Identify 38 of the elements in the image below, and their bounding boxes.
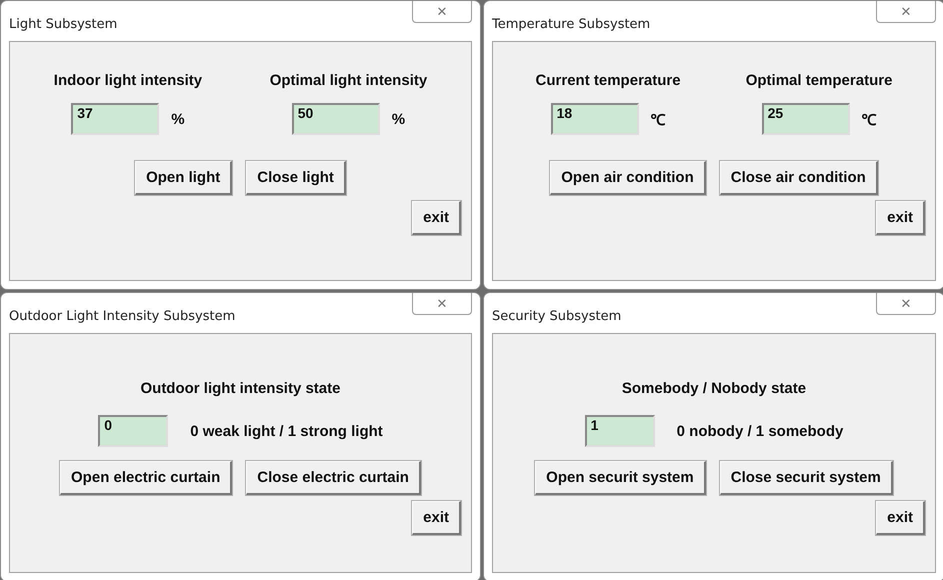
state-label: Somebody / Nobody state — [622, 380, 806, 397]
unit-label: % — [392, 110, 406, 128]
action-button[interactable]: Close securit system — [720, 461, 893, 495]
exit-button[interactable]: exit — [876, 501, 925, 535]
unit-label: ℃ — [650, 111, 666, 129]
field-label: Optimal temperature — [746, 72, 892, 89]
action-button[interactable]: Open air condition — [550, 161, 706, 195]
exit-button[interactable]: exit — [412, 501, 461, 535]
action-button[interactable]: Close light — [246, 161, 346, 195]
close-button[interactable]: ✕ — [876, 293, 936, 315]
value-field[interactable]: 37 — [71, 103, 160, 135]
field-label: Optimal light intensity — [270, 72, 428, 89]
window-title: Security Subsystem — [492, 309, 622, 324]
unit-label: % — [171, 110, 185, 128]
state-legend: 0 nobody / 1 somebody — [676, 422, 844, 440]
value-field[interactable]: 50 — [292, 103, 380, 135]
exit-button[interactable]: exit — [876, 201, 925, 235]
value-field[interactable]: 18 — [550, 103, 639, 135]
window-title: Light Subsystem — [9, 17, 118, 32]
exit-button[interactable]: exit — [412, 201, 461, 235]
action-button[interactable]: Open light — [135, 161, 232, 195]
close-button[interactable]: ✕ — [412, 293, 472, 315]
unit-label: ℃ — [862, 111, 877, 129]
close-button[interactable]: ✕ — [876, 1, 936, 23]
window-title: Outdoor Light Intensity Subsystem — [9, 309, 236, 324]
state-label: Outdoor light intensity state — [140, 380, 340, 397]
value-field[interactable]: 0 — [98, 415, 168, 447]
field-label: Indoor light intensity — [54, 72, 202, 89]
window-title: Temperature Subsystem — [492, 17, 650, 32]
value-field[interactable]: 1 — [584, 415, 655, 447]
action-button[interactable]: Close electric curtain — [246, 461, 421, 495]
action-button[interactable]: Close air condition — [720, 161, 878, 195]
state-legend: 0 weak light / 1 strong light — [190, 422, 383, 440]
action-button[interactable]: Open electric curtain — [60, 461, 232, 495]
value-field[interactable]: 25 — [762, 103, 850, 135]
field-label: Current temperature — [536, 72, 681, 89]
close-button[interactable]: ✕ — [412, 1, 472, 23]
action-button[interactable]: Open securit system — [535, 461, 706, 495]
